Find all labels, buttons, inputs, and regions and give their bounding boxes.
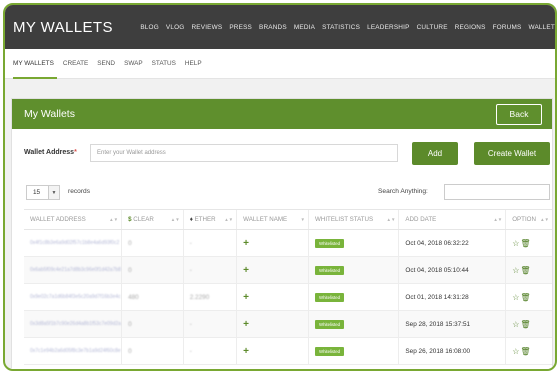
trash-icon[interactable]: 🗑 — [520, 239, 531, 248]
subnav-my-wallets[interactable]: MY WALLETS — [13, 60, 54, 67]
add-date: Oct 01, 2018 14:31:28 — [405, 293, 469, 301]
add-date: Oct 04, 2018 06:32:22 — [405, 239, 469, 247]
nav-wallet[interactable]: WALLET — [528, 24, 555, 31]
my-wallets-card: My Wallets Back Wallet Address* Enter yo… — [11, 98, 553, 369]
table-row: 0x4f1c8b3e6a9d02f57c1b8e4a6d93f0c2 0 - +… — [24, 229, 552, 257]
add-wallet-name-icon[interactable]: + — [243, 346, 249, 357]
ether-balance: - — [189, 239, 192, 247]
trash-icon[interactable]: 🗑 — [520, 347, 531, 356]
subnav-swap[interactable]: SWAP — [124, 60, 143, 67]
clear-balance: 0 — [128, 320, 132, 328]
add-wallet-name-icon[interactable]: + — [243, 265, 249, 276]
search-label: Search Anything: — [378, 188, 428, 195]
card-title: My Wallets — [24, 108, 75, 120]
top-navigation-bar: MY WALLETS BLOG VLOG REVIEWS PRESS BRAND… — [5, 5, 555, 49]
clear-balance: 480 — [128, 293, 139, 301]
chevron-down-icon: ▼ — [48, 186, 59, 199]
records-label: records — [68, 188, 90, 195]
search-input[interactable] — [444, 184, 550, 200]
required-asterisk: * — [74, 149, 77, 156]
active-tab-underline — [13, 77, 57, 79]
clear-balance: 0 — [128, 266, 132, 274]
ether-balance: - — [189, 266, 192, 274]
wallet-address-value[interactable]: 0x6ab5f09c4e21a7d8b3c96e0f1d42a7b8 — [30, 267, 121, 274]
sort-icon: ▼ — [300, 217, 306, 222]
trash-icon[interactable]: 🗑 — [520, 320, 531, 329]
status-badge: Whitelisted — [315, 319, 345, 329]
table-controls: 15 ▼ records Search Anything: — [12, 183, 552, 203]
status-badge: Whitelisted — [315, 346, 345, 356]
table-row: 0x7c1e94b2a6d05f8c3e7b1a9d24f60c8e 0 - +… — [24, 337, 552, 365]
column-header-whitelist-status[interactable]: WHITELIST STATUS ▲▼ — [308, 209, 399, 230]
status-badge: Whitelisted — [315, 265, 345, 275]
wallet-address-value[interactable]: 0x3d8a5f1b7c90e26d4a8b1f53c7e09d2a — [30, 321, 121, 328]
records-per-page-select[interactable]: 15 ▼ — [26, 185, 60, 200]
add-wallet-name-icon[interactable]: + — [243, 319, 249, 330]
nav-media[interactable]: MEDIA — [294, 24, 315, 31]
back-button[interactable]: Back — [496, 103, 542, 125]
wallet-address-label: Wallet Address* — [24, 149, 77, 156]
sort-icon: ▲▼ — [224, 217, 234, 222]
ether-balance: - — [189, 347, 192, 355]
column-header-option[interactable]: OPTION ▲▼ — [505, 209, 552, 230]
card-header: My Wallets Back — [12, 99, 552, 129]
nav-statistics[interactable]: STATISTICS — [322, 24, 360, 31]
add-wallet-name-icon[interactable]: + — [243, 292, 249, 303]
subnav-help[interactable]: HELP — [185, 60, 202, 67]
create-wallet-button[interactable]: Create Wallet — [474, 142, 550, 165]
subnav-create[interactable]: CREATE — [63, 60, 88, 67]
column-header-ether[interactable]: ♦ ETHER ▲▼ — [182, 209, 237, 230]
status-badge: Whitelisted — [315, 292, 345, 302]
ether-balance: 2.2290 — [189, 293, 210, 301]
nav-regions[interactable]: REGIONS — [455, 24, 486, 31]
ether-balance: - — [189, 320, 192, 328]
secondary-navigation-bar: MY WALLETS CREATE SEND SWAP STATUS HELP — [5, 49, 555, 79]
trash-icon[interactable]: 🗑 — [520, 293, 531, 302]
nav-forums[interactable]: FORUMS — [493, 24, 522, 31]
ether-diamond-icon: ♦ — [189, 216, 193, 223]
add-date: Sep 26, 2018 16:08:00 — [405, 347, 471, 355]
nav-culture[interactable]: CULTURE — [417, 24, 448, 31]
clear-token-icon: $ — [128, 216, 132, 223]
table-header-row: WALLET ADDRESS ▲▼ $ CLEAR ▲▼ ♦ ETHER ▲▼ WAL… — [24, 209, 552, 230]
nav-brands[interactable]: BRANDS — [259, 24, 287, 31]
column-header-wallet-address[interactable]: WALLET ADDRESS ▲▼ — [24, 209, 122, 230]
add-button[interactable]: Add — [412, 142, 458, 165]
table-row: 0x9e02c7a1d6b84f3e5c20a9d7f16b3e4c 480 2… — [24, 283, 552, 311]
app-frame: MY WALLETS BLOG VLOG REVIEWS PRESS BRAND… — [3, 3, 557, 371]
top-nav-links: BLOG VLOG REVIEWS PRESS BRANDS MEDIA STA… — [140, 24, 555, 31]
add-date: Sep 28, 2018 15:37:51 — [405, 320, 471, 328]
clear-balance: 0 — [128, 347, 132, 355]
nav-leadership[interactable]: LEADERSHIP — [367, 24, 410, 31]
wallet-address-value[interactable]: 0x7c1e94b2a6d05f8c3e7b1a9d24f60c8e — [30, 348, 121, 355]
wallet-address-value[interactable]: 0x9e02c7a1d6b84f3e5c20a9d7f16b3e4c — [30, 294, 121, 301]
sort-icon: ▲▼ — [386, 217, 396, 222]
nav-blog[interactable]: BLOG — [140, 24, 159, 31]
sort-icon: ▲▼ — [170, 217, 180, 222]
table-row: 0x3d8a5f1b7c90e26d4a8b1f53c7e09d2a 0 - +… — [24, 310, 552, 338]
sort-icon: ▲▼ — [493, 217, 503, 222]
nav-press[interactable]: PRESS — [229, 24, 252, 31]
column-header-add-date[interactable]: ADD DATE ▲▼ — [398, 209, 506, 230]
sort-icon: ▲▼ — [109, 217, 119, 222]
wallet-address-input[interactable]: Enter your Wallet address — [90, 144, 398, 162]
add-wallet-name-icon[interactable]: + — [243, 238, 249, 249]
column-header-wallet-name[interactable]: WALLET NAME ▼ — [236, 209, 309, 230]
column-header-clear[interactable]: $ CLEAR ▲▼ — [121, 209, 184, 230]
wallets-table: WALLET ADDRESS ▲▼ $ CLEAR ▲▼ ♦ ETHER ▲▼ WAL… — [24, 209, 552, 365]
sort-icon: ▲▼ — [540, 217, 549, 222]
nav-reviews[interactable]: REVIEWS — [191, 24, 222, 31]
wallet-address-form: Wallet Address* Enter your Wallet addres… — [12, 139, 552, 169]
add-date: Oct 04, 2018 05:10:44 — [405, 266, 469, 274]
subnav-status[interactable]: STATUS — [152, 60, 176, 67]
nav-vlog[interactable]: VLOG — [166, 24, 185, 31]
table-row: 0x6ab5f09c4e21a7d8b3c96e0f1d42a7b8 0 - +… — [24, 256, 552, 284]
status-badge: Whitelisted — [315, 238, 345, 248]
clear-balance: 0 — [128, 239, 132, 247]
brand-title: MY WALLETS — [13, 18, 113, 36]
wallet-address-value[interactable]: 0x4f1c8b3e6a9d02f57c1b8e4a6d93f0c2 — [30, 240, 121, 247]
trash-icon[interactable]: 🗑 — [520, 266, 531, 275]
subnav-send[interactable]: SEND — [97, 60, 115, 67]
